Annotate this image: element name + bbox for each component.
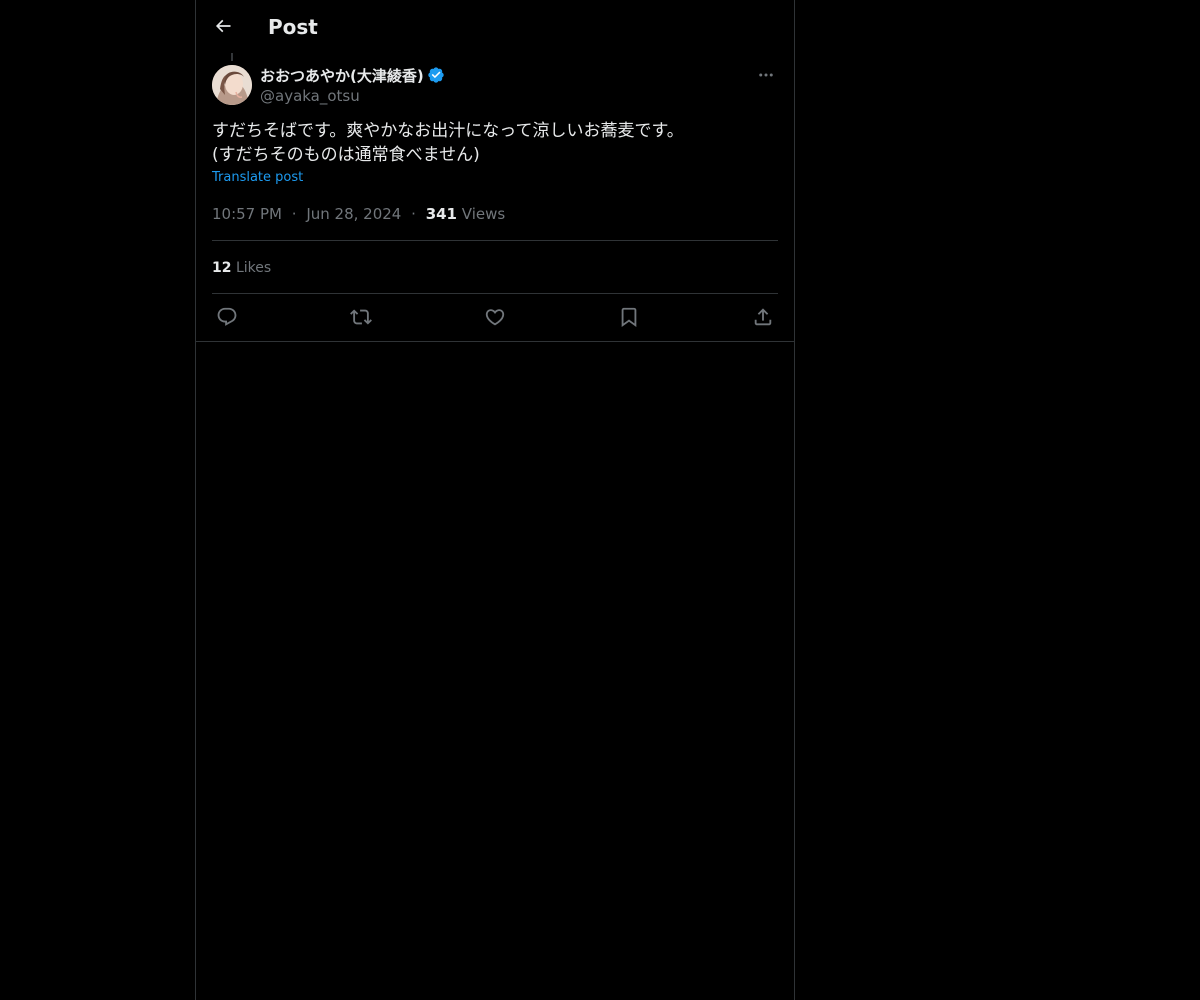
post-time[interactable]: 10:57 PM: [212, 205, 282, 223]
likes-count: 12: [212, 260, 232, 276]
bookmark-button[interactable]: [614, 304, 644, 330]
divider: [212, 293, 778, 294]
share-icon: [754, 308, 772, 326]
page-title: Post: [268, 15, 318, 39]
repost-button[interactable]: [346, 304, 376, 330]
action-bar: [212, 304, 778, 330]
like-button[interactable]: [480, 304, 510, 330]
translate-post-link[interactable]: Translate post: [212, 170, 303, 185]
more-options-button[interactable]: [754, 64, 778, 86]
avatar-image: [212, 65, 252, 105]
more-icon: [759, 73, 773, 77]
divider: [212, 240, 778, 241]
author-info: おおつあやか(大津綾香) @ayaka_otsu: [260, 64, 445, 106]
likes-label: Likes: [235, 260, 272, 276]
verified-badge-icon: [428, 67, 444, 83]
thread-connector: [231, 53, 233, 61]
avatar[interactable]: [212, 65, 252, 105]
reply-icon: [217, 307, 237, 326]
post-bottom-border: [196, 341, 794, 342]
meta-separator: ·: [411, 205, 416, 223]
meta-separator: ·: [291, 205, 297, 223]
reply-button[interactable]: [212, 304, 242, 330]
repost-icon: [350, 309, 372, 325]
bookmark-icon: [621, 307, 637, 328]
likes-count-link[interactable]: 12 Likes: [212, 258, 271, 278]
share-button[interactable]: [748, 304, 778, 330]
post-date[interactable]: Jun 28, 2024: [306, 205, 401, 223]
views-label: Views: [461, 205, 506, 223]
post-text: すだちそばです。爽やかなお出汁になって涼しいお蕎麦です。 (すだちそのものは通常…: [212, 121, 684, 165]
post-meta: 10:57 PM · Jun 28, 2024 · 341 Views: [212, 204, 505, 224]
arrow-left-icon: [215, 19, 231, 33]
heart-icon: [485, 309, 505, 326]
page-header: Post: [196, 0, 794, 53]
author-handle[interactable]: @ayaka_otsu: [260, 86, 445, 106]
back-button[interactable]: [206, 9, 240, 43]
views-count: 341: [425, 205, 457, 223]
author-name[interactable]: おおつあやか(大津綾香): [260, 65, 424, 86]
primary-column: Post おおつあやか(大津綾香) @ayaka_otsu すだちそばです。爽や…: [195, 0, 795, 1000]
